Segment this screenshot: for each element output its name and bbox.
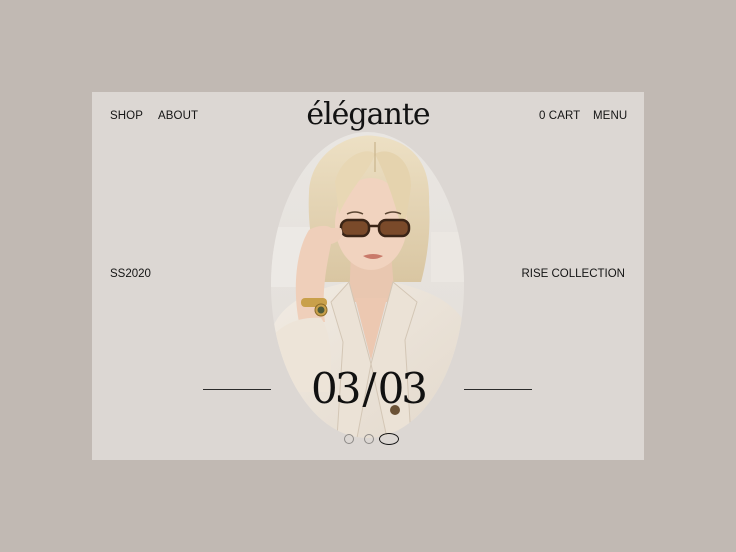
- slide-dot-2[interactable]: [364, 434, 374, 444]
- current-slide-number: 03: [310, 364, 361, 413]
- slide-dot-3-active[interactable]: [379, 433, 399, 445]
- counter-left-rule: [203, 389, 271, 390]
- collection-label[interactable]: RISE COLLECTION: [521, 268, 625, 281]
- counter-right-rule: [464, 389, 532, 390]
- cart-link[interactable]: 0 CART: [539, 110, 580, 123]
- season-label: SS2020: [110, 268, 151, 280]
- slide-dot-1[interactable]: [344, 434, 354, 444]
- menu-button[interactable]: MENU: [593, 110, 627, 123]
- counter-separator: /: [362, 364, 376, 413]
- landing-page-frame: SHOP ABOUT élégante 0 CART MENU SS2020 R…: [92, 92, 644, 460]
- total-slides-number: 03: [377, 364, 428, 413]
- slide-counter: 03/03: [292, 368, 444, 410]
